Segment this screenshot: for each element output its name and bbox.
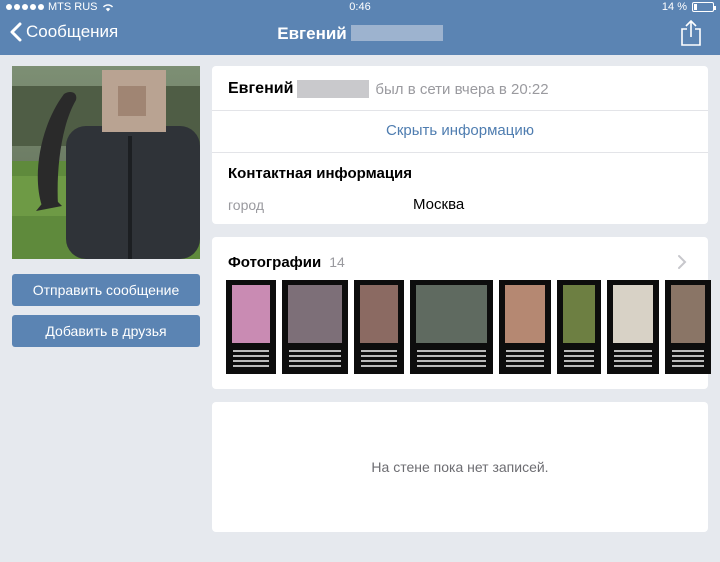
photo-caption-line [672,350,704,352]
photo-caption-line [672,365,704,367]
photo-thumbnail[interactable] [410,280,493,374]
photo-caption-line [672,355,704,357]
chevron-right-icon[interactable] [676,253,688,271]
photo-caption-line [233,355,269,357]
photo-thumbnail-image [613,285,653,343]
city-label: город [228,197,265,213]
clock: 0:46 [349,1,371,13]
photos-count: 14 [329,254,345,270]
photo-thumbnail[interactable] [607,280,659,374]
photo-caption-line [417,350,486,352]
photo-thumbnail[interactable] [354,280,404,374]
photo-thumbnail-image [671,285,705,343]
photo-caption-line [289,355,341,357]
hide-info-link[interactable]: Скрыть информацию [212,122,708,139]
photo-caption-line [506,355,544,357]
photo-caption-line [289,350,341,352]
profile-info-card: Евгений был в сети вчера в 20:22 Скрыть … [212,66,708,224]
photo-caption-line [361,355,397,357]
photo-caption-line [233,365,269,367]
photo-caption-line [417,360,486,362]
photo-caption-line [361,350,397,352]
photo-thumbnail[interactable] [499,280,551,374]
photo-thumbnail[interactable] [665,280,711,374]
photo-thumbnail[interactable] [226,280,276,374]
battery-icon [692,2,716,12]
avatar[interactable] [12,66,200,259]
profile-name: Евгений [228,80,294,97]
photo-caption-line [506,360,544,362]
photo-caption-line [614,355,652,357]
avatar-image [12,66,200,259]
divider [212,110,708,111]
photo-caption-line [564,350,594,352]
contact-section-header: Контактная информация [228,165,413,182]
photo-thumbnail[interactable] [282,280,348,374]
photo-caption-line [506,350,544,352]
photo-caption-line [417,365,486,367]
page-title: Евгений [0,24,720,44]
redacted-surname [297,80,370,98]
photo-thumbnail-image [416,285,487,343]
photo-thumbnail-image [360,285,398,343]
wall-empty-text: На стене пока нет записей. [371,459,549,475]
photo-caption-line [233,350,269,352]
send-message-button[interactable]: Отправить сообщение [12,274,200,306]
photo-thumbnail-image [563,285,595,343]
top-bar: MTS RUS 0:46 14 % Сообщения Евгений [0,0,720,55]
status-bar: MTS RUS 0:46 14 % [0,0,720,14]
profile-name-row: Евгений был в сети вчера в 20:22 [228,80,549,98]
photo-caption-line [417,355,486,357]
photo-caption-line [614,360,652,362]
photo-caption-line [289,360,341,362]
photos-card: Фотографии 14 [212,237,711,389]
last-seen: был в сети вчера в 20:22 [375,80,549,98]
photos-header[interactable]: Фотографии 14 [228,254,345,271]
photo-caption-line [564,355,594,357]
share-icon[interactable] [680,20,702,46]
photo-caption-line [672,360,704,362]
photo-thumbnail-image [232,285,270,343]
photo-caption-line [361,365,397,367]
battery-fill [694,4,697,10]
status-right: 14 % [661,0,716,14]
photo-thumbnail-image [505,285,545,343]
photo-thumbnail[interactable] [557,280,601,374]
photo-caption-line [506,365,544,367]
wall-card: На стене пока нет записей. [212,402,708,532]
photo-caption-line [614,350,652,352]
photo-caption-line [361,360,397,362]
photo-caption-line [564,365,594,367]
page-title-text: Евгений [277,24,347,43]
city-value: Москва [413,196,465,213]
photo-caption-line [233,360,269,362]
photo-caption-line [289,365,341,367]
photo-thumbnail-image [288,285,342,343]
photo-caption-line [564,360,594,362]
redacted-surname [350,25,443,41]
photos-title: Фотографии [228,254,322,271]
divider [212,152,708,153]
battery-percent: 14 % [661,1,687,13]
photo-caption-line [614,365,652,367]
add-friend-button[interactable]: Добавить в друзья [12,315,200,347]
